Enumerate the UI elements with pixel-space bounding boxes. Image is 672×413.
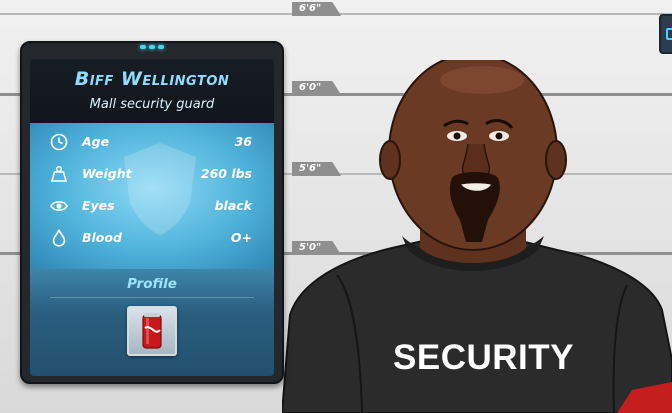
- blood-drop-icon: [52, 229, 66, 247]
- suspect-card: Biff Wellington Mall security guard Age …: [20, 41, 284, 384]
- soda-can-icon: [142, 313, 162, 349]
- profile-heading[interactable]: Profile: [30, 276, 274, 292]
- stat-label: Eyes: [82, 198, 115, 213]
- stat-row-age: Age 36: [30, 127, 274, 157]
- suspect-occupation: Mall security guard: [89, 97, 215, 112]
- height-mark: 6'6": [292, 2, 342, 16]
- stat-value: black: [214, 198, 252, 213]
- suspect-card-inner: Biff Wellington Mall security guard Age …: [30, 59, 274, 376]
- weight-icon: [50, 165, 68, 182]
- stat-label: Age: [82, 134, 110, 149]
- stat-value: O+: [230, 230, 252, 245]
- suspect-name: Biff Wellington: [74, 68, 230, 90]
- stat-label: Weight: [82, 166, 132, 181]
- shirt-security-text: SECURITY: [393, 338, 574, 377]
- suspect-stats-panel: Age 36 Weight 260 lbs Eyes black Blood O…: [30, 123, 274, 269]
- suspect-card-header: Biff Wellington Mall security guard: [30, 59, 274, 123]
- stat-row-weight: Weight 260 lbs: [30, 159, 274, 189]
- profile-clue-slot[interactable]: [127, 306, 177, 356]
- eye-icon: [50, 201, 68, 211]
- stat-label: Blood: [82, 230, 122, 245]
- menu-button[interactable]: [659, 14, 672, 54]
- stat-value: 36: [234, 134, 252, 149]
- card-indicator-lights: [140, 45, 164, 50]
- profile-divider: [50, 297, 254, 298]
- clock-icon: [50, 133, 68, 151]
- stat-row-eyes: Eyes black: [30, 191, 274, 221]
- stat-row-blood: Blood O+: [30, 223, 274, 253]
- profile-section: Profile: [30, 269, 274, 376]
- stat-value: 260 lbs: [200, 166, 252, 181]
- menu-icon: [666, 28, 672, 40]
